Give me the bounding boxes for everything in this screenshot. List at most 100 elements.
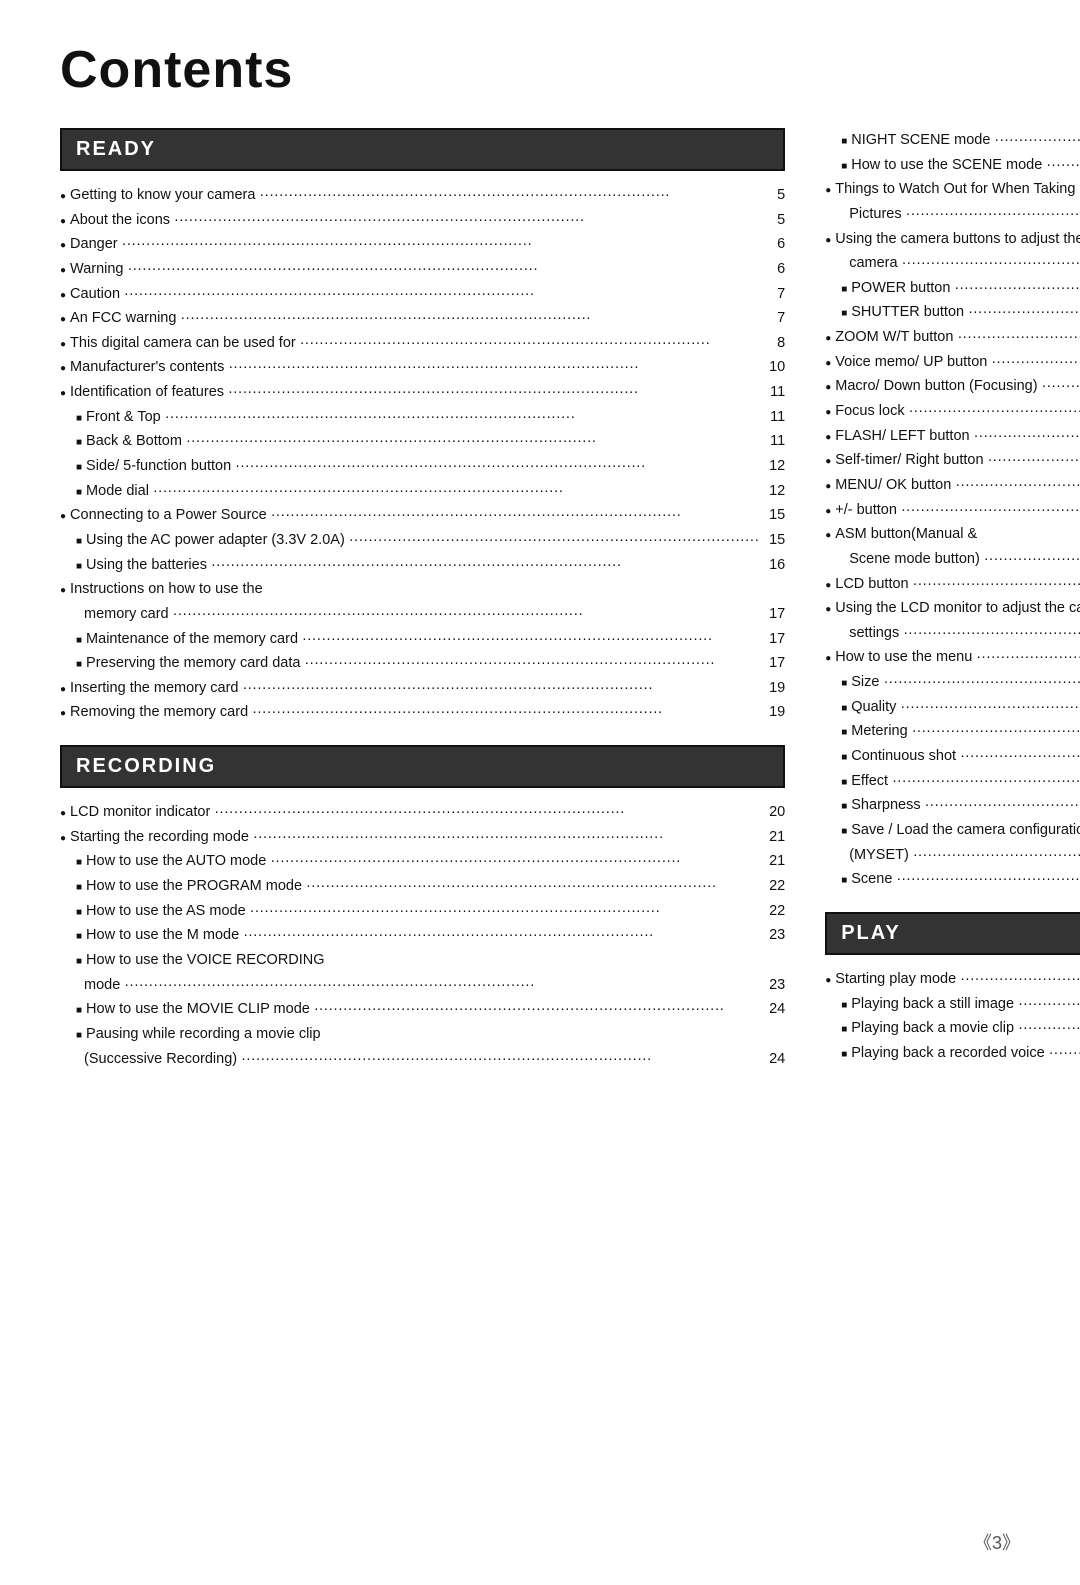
dot-leader: ········································…	[242, 676, 759, 701]
dot-leader: ········································…	[957, 325, 1080, 350]
list-item: settings ·······························…	[825, 621, 1080, 646]
bullet-icon: ●	[60, 681, 66, 698]
list-item: ■Side/ 5-function button ···············…	[60, 454, 785, 479]
dot-leader: ········································…	[913, 572, 1080, 597]
entry-text: Voice memo/ UP button	[835, 350, 987, 375]
entry-text: Getting to know your camera	[70, 183, 255, 208]
page-number-ref: 7	[763, 306, 785, 331]
list-item: ■How to use the AS mode ················…	[60, 899, 785, 924]
list-item: ●Using the camera buttons to adjust the	[825, 227, 1080, 252]
entry-text: How to use the SCENE mode	[851, 153, 1042, 178]
entry-text: Instructions on how to use the	[70, 577, 263, 602]
page-number-ref: 8	[763, 331, 785, 356]
list-item: mode ···································…	[60, 973, 785, 998]
dot-leader: ········································…	[892, 769, 1080, 794]
dot-leader: ········································…	[902, 251, 1080, 276]
page-number-ref: 15	[763, 503, 785, 528]
bullet-icon: ●	[60, 287, 66, 304]
bullet-icon: ●	[60, 705, 66, 722]
dot-leader: ········································…	[925, 793, 1080, 818]
list-item: ●Connecting to a Power Source ··········…	[60, 503, 785, 528]
bullet-icon: ●	[60, 830, 66, 847]
bullet-icon: ●	[60, 385, 66, 402]
list-item: ●Starting the recording mode ···········…	[60, 825, 785, 850]
page-title: Contents	[60, 40, 1020, 100]
list-item: ■NIGHT SCENE mode ······················…	[825, 128, 1080, 153]
dot-leader: ········································…	[153, 479, 759, 504]
entry-text: Focus lock	[835, 399, 904, 424]
list-item: ■Quality ·······························…	[825, 695, 1080, 720]
entry-text: Scene mode button)	[849, 547, 980, 572]
page-number-ref: 10	[763, 355, 785, 380]
bullet-icon: ■	[76, 533, 82, 550]
entry-text: Mode dial	[86, 479, 149, 504]
ready-header: READY	[60, 128, 785, 171]
recording-header: RECORDING	[60, 745, 785, 788]
dot-leader: ········································…	[883, 670, 1080, 695]
bullet-icon: ●	[825, 330, 831, 347]
list-item: ●Removing the memory card ··············…	[60, 700, 785, 725]
page-number-ref: 22	[763, 899, 785, 924]
page-number-ref: 21	[763, 849, 785, 874]
dot-leader: ········································…	[1018, 1016, 1080, 1041]
list-item: ■How to use the PROGRAM mode ···········…	[60, 874, 785, 899]
dot-leader: ········································…	[903, 621, 1080, 646]
bullet-icon: ●	[825, 503, 831, 520]
bullet-icon: ■	[76, 904, 82, 921]
dot-leader: ········································…	[1049, 1041, 1080, 1066]
entry-text: Save / Load the camera configuration	[851, 818, 1080, 843]
dot-leader: ········································…	[302, 627, 759, 652]
list-item: ■How to use the SCENE mode ·············…	[825, 153, 1080, 178]
list-item: ■Playing back a recorded voice ·········…	[825, 1041, 1080, 1066]
dot-leader: ········································…	[1042, 374, 1080, 399]
dot-leader: ········································…	[954, 276, 1080, 301]
entry-text: This digital camera can be used for	[70, 331, 296, 356]
entry-text: Starting the recording mode	[70, 825, 249, 850]
entry-text: How to use the VOICE RECORDING	[86, 948, 325, 973]
list-item: ●+/- button ····························…	[825, 498, 1080, 523]
list-item: ●Danger ································…	[60, 232, 785, 257]
bullet-icon: ●	[825, 182, 831, 199]
dot-leader: ········································…	[1046, 153, 1080, 178]
list-item: ■Back & Bottom ·························…	[60, 429, 785, 454]
bullet-icon: ■	[76, 879, 82, 896]
left-column: READY ●Getting to know your camera ·····…	[60, 128, 785, 1091]
dot-leader: ········································…	[180, 306, 759, 331]
dot-leader: ········································…	[241, 1047, 759, 1072]
dot-leader: ········································…	[913, 843, 1080, 868]
bullet-icon: ■	[841, 281, 847, 298]
bullet-icon: ●	[825, 527, 831, 544]
bullet-icon: ●	[825, 355, 831, 372]
play-list: ●Starting play mode ····················…	[825, 967, 1080, 1066]
list-item: ●About the icons ·······················…	[60, 208, 785, 233]
bullet-icon: ●	[60, 213, 66, 230]
list-item: ■Using the AC power adapter (3.3V 2.0A) …	[60, 528, 785, 553]
bullet-icon: ●	[825, 379, 831, 396]
entry-text: LCD button	[835, 572, 908, 597]
bullet-icon: ■	[76, 484, 82, 501]
list-item: ■How to use the AUTO mode ··············…	[60, 849, 785, 874]
bullet-icon: ●	[60, 188, 66, 205]
entry-text: Quality	[851, 695, 896, 720]
bullet-icon: ■	[76, 1002, 82, 1019]
dot-leader: ········································…	[228, 355, 759, 380]
page-number-ref: 19	[763, 676, 785, 701]
entry-text: How to use the MOVIE CLIP mode	[86, 997, 310, 1022]
play-section: PLAY ●Starting play mode ···············…	[825, 912, 1080, 1066]
dot-leader: ········································…	[909, 399, 1080, 424]
dot-leader: ········································…	[994, 128, 1080, 153]
dot-leader: ········································…	[1018, 992, 1080, 1017]
bullet-icon: ●	[60, 237, 66, 254]
dot-leader: ········································…	[306, 874, 759, 899]
list-item: ●Starting play mode ····················…	[825, 967, 1080, 992]
page-number-ref: 5	[763, 208, 785, 233]
page-number-ref: 17	[763, 627, 785, 652]
list-item: (Successive Recording) ·················…	[60, 1047, 785, 1072]
list-item: ●MENU/ OK button ·······················…	[825, 473, 1080, 498]
list-item: ■Save / Load the camera configuration	[825, 818, 1080, 843]
list-item: ■Metering ······························…	[825, 719, 1080, 744]
list-item: ■How to use the VOICE RECORDING	[60, 948, 785, 973]
list-item: ●Caution ·······························…	[60, 282, 785, 307]
list-item: ■Preserving the memory card data ·······…	[60, 651, 785, 676]
ready-section: READY ●Getting to know your camera ·····…	[60, 128, 785, 725]
